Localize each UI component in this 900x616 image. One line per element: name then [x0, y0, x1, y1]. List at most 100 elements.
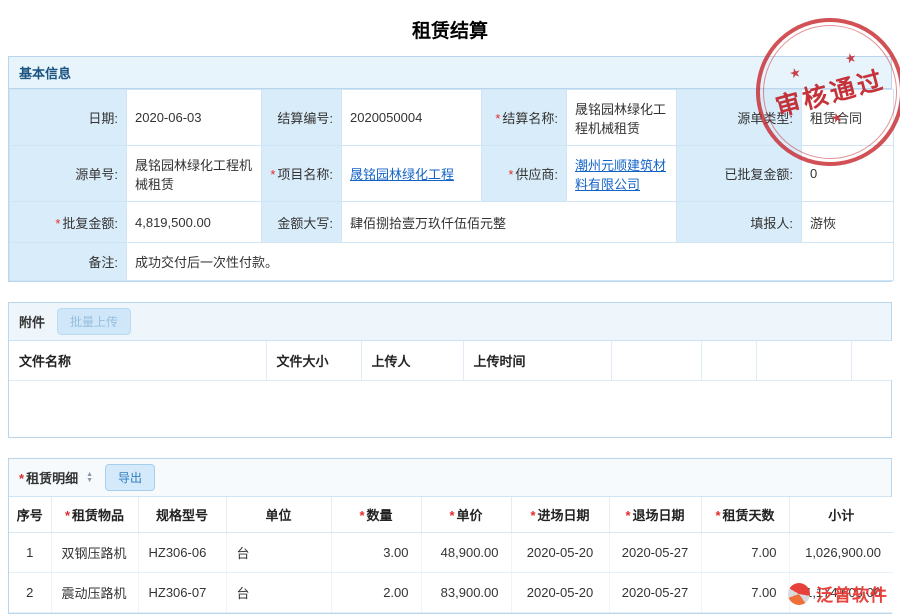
attach-col-filename: 文件名称: [9, 341, 266, 381]
basic-info-section: 基本信息 日期: 2020-06-03 结算编号: 2020050004 *结算…: [8, 56, 892, 282]
cell-qty: 2.00: [331, 573, 421, 613]
required-asterisk: *: [270, 167, 275, 182]
cell-seq: 1: [9, 533, 51, 573]
remark-label: 备注:: [10, 243, 127, 281]
required-asterisk: *: [449, 508, 454, 523]
detail-row: 2 震动压路机 HZ306-07 台 2.00 83,900.00 2020-0…: [9, 573, 893, 613]
project-link[interactable]: 晟铭园林绿化工程: [350, 167, 454, 182]
source-no-label: 源单号:: [10, 146, 127, 202]
cell-unit: 台: [226, 533, 331, 573]
settle-name-label-text: 结算名称:: [502, 111, 558, 126]
cell-unit: 台: [226, 573, 331, 613]
sort-toggle-icon[interactable]: ▲▼: [86, 472, 93, 484]
col-subtotal: 小计: [789, 497, 893, 533]
supplier-link[interactable]: 潮州元顺建筑材料有限公司: [575, 158, 666, 192]
col-item: *租赁物品: [51, 497, 138, 533]
project-label: *项目名称:: [262, 146, 342, 202]
reporter-value: 游恢: [802, 202, 894, 243]
project-value: 晟铭园林绿化工程: [342, 146, 482, 202]
cell-item: 震动压路机: [51, 573, 138, 613]
attach-col-filesize: 文件大小: [266, 341, 361, 381]
basic-info-form: 日期: 2020-06-03 结算编号: 2020050004 *结算名称: 晟…: [9, 89, 894, 281]
sort-down-icon: ▼: [86, 478, 93, 484]
source-type-label: 源单类型:: [677, 90, 802, 146]
amount-words-value: 肆佰捌拾壹万玖仟伍佰元整: [342, 202, 677, 243]
attach-col-uploadtime: 上传时间: [463, 341, 611, 381]
col-seq: 序号: [9, 497, 51, 533]
required-asterisk: *: [625, 508, 630, 523]
cell-price: 83,900.00: [421, 573, 511, 613]
col-price: *单价: [421, 497, 511, 533]
col-exit-date-text: 退场日期: [633, 508, 685, 523]
approval-amount-value: 4,819,500.00: [127, 202, 262, 243]
col-unit: 单位: [226, 497, 331, 533]
cell-days: 7.00: [701, 573, 789, 613]
fanpu-logo-text: 泛普软件: [816, 581, 888, 606]
attach-col-empty: [756, 341, 851, 381]
col-item-text: 租赁物品: [72, 508, 124, 523]
attachments-title: 附件: [19, 312, 45, 331]
attach-col-empty: [611, 341, 701, 381]
cell-spec: HZ306-07: [138, 573, 226, 613]
col-spec: 规格型号: [138, 497, 226, 533]
settle-no-label: 结算编号:: [262, 90, 342, 146]
date-label: 日期:: [10, 90, 127, 146]
page-title: 租赁结算: [0, 16, 900, 43]
settle-name-value: 晟铭园林绿化工程机械租赁: [567, 90, 677, 146]
col-price-text: 单价: [457, 508, 483, 523]
attachments-empty-area: [9, 381, 891, 437]
detail-header-row: 序号 *租赁物品 规格型号 单位 *数量 *单价 *进场日期 *退场日期 *租赁…: [9, 497, 893, 533]
col-exit-date: *退场日期: [609, 497, 701, 533]
col-qty: *数量: [331, 497, 421, 533]
cell-subtotal: 1,026,900.00: [789, 533, 893, 573]
basic-info-header: 基本信息: [9, 57, 891, 89]
required-asterisk: *: [495, 111, 500, 126]
date-value: 2020-06-03: [127, 90, 262, 146]
attach-col-empty: [701, 341, 756, 381]
required-asterisk: *: [55, 216, 60, 231]
required-asterisk: *: [508, 167, 513, 182]
col-days: *租赁天数: [701, 497, 789, 533]
cell-seq: 2: [9, 573, 51, 613]
cell-days: 7.00: [701, 533, 789, 573]
cell-price: 48,900.00: [421, 533, 511, 573]
cell-qty: 3.00: [331, 533, 421, 573]
col-days-text: 租赁天数: [723, 508, 775, 523]
supplier-label: *供应商:: [482, 146, 567, 202]
rental-detail-title-text: 租赁明细: [26, 471, 78, 486]
rental-detail-header: *租赁明细 ▲▼ 导出: [9, 459, 891, 497]
required-asterisk: *: [65, 508, 70, 523]
amount-words-label: 金额大写:: [262, 202, 342, 243]
attachments-header: 附件 批量上传: [9, 303, 891, 341]
required-asterisk: *: [359, 508, 364, 523]
source-type-value: 租赁合同: [802, 90, 894, 146]
cell-item: 双钢压路机: [51, 533, 138, 573]
attachments-section: 附件 批量上传 文件名称 文件大小 上传人 上传时间: [8, 302, 892, 438]
cell-enter-date: 2020-05-20: [511, 533, 609, 573]
required-asterisk: *: [715, 508, 720, 523]
rental-detail-table: 序号 *租赁物品 规格型号 单位 *数量 *单价 *进场日期 *退场日期 *租赁…: [9, 497, 893, 613]
remark-value: 成功交付后一次性付款。: [127, 243, 894, 281]
source-no-value: 晟铭园林绿化工程机械租赁: [127, 146, 262, 202]
attach-col-empty: [851, 341, 893, 381]
approval-amount-label: *批复金额:: [10, 202, 127, 243]
approval-amount-label-text: 批复金额:: [62, 216, 118, 231]
detail-row: 1 双钢压路机 HZ306-06 台 3.00 48,900.00 2020-0…: [9, 533, 893, 573]
rental-detail-title: *租赁明细: [19, 468, 78, 487]
batch-upload-button[interactable]: 批量上传: [57, 308, 131, 335]
rental-detail-section: *租赁明细 ▲▼ 导出 序号 *租赁物品 规格型号 单位 *数量 *单价 *进场…: [8, 458, 892, 614]
supplier-label-text: 供应商:: [515, 167, 558, 182]
cell-exit-date: 2020-05-27: [609, 533, 701, 573]
attachments-table: 文件名称 文件大小 上传人 上传时间: [9, 341, 893, 381]
cell-spec: HZ306-06: [138, 533, 226, 573]
export-button[interactable]: 导出: [105, 464, 155, 491]
col-qty-text: 数量: [367, 508, 393, 523]
settle-no-value: 2020050004: [342, 90, 482, 146]
attach-col-uploader: 上传人: [361, 341, 463, 381]
cell-enter-date: 2020-05-20: [511, 573, 609, 613]
settle-name-label: *结算名称:: [482, 90, 567, 146]
rental-settlement-page: 租赁结算 ★ ★ 审核通过 ★ 基本信息 日期: 2020-06-03 结算编号…: [0, 16, 900, 614]
col-enter-date: *进场日期: [511, 497, 609, 533]
required-asterisk: *: [530, 508, 535, 523]
required-asterisk: *: [19, 471, 24, 486]
